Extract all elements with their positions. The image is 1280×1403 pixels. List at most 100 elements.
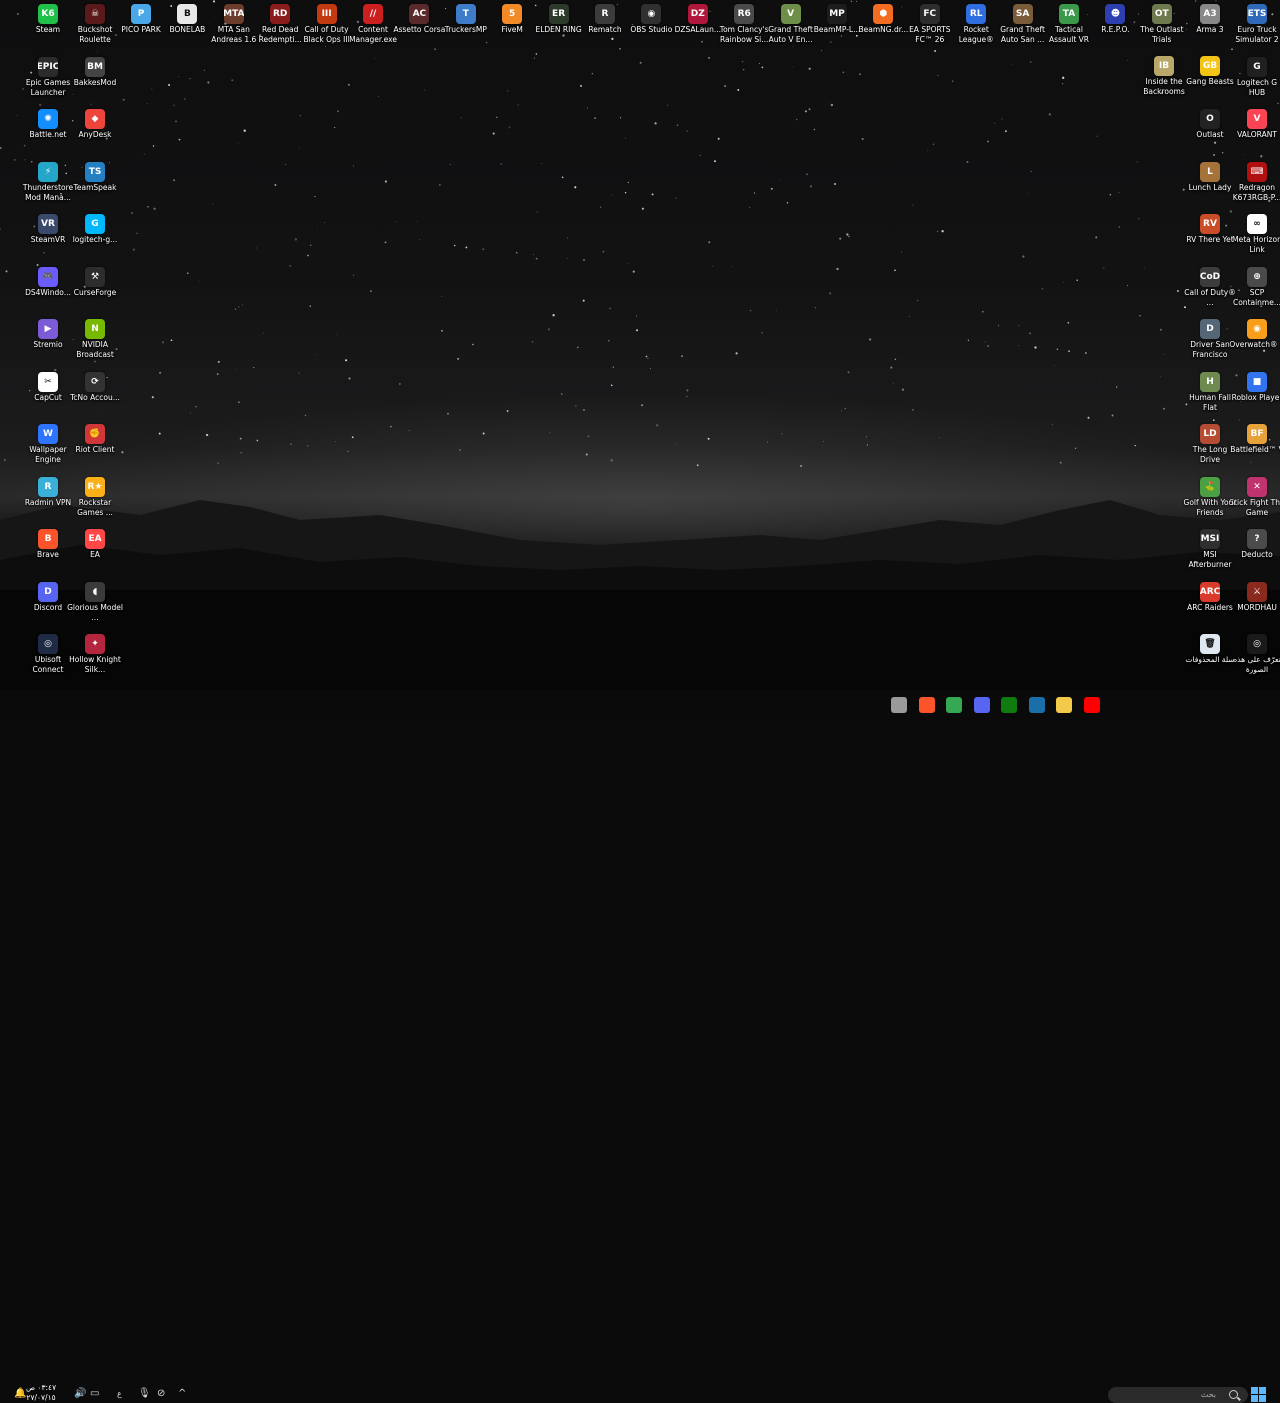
brave-icon: B [38, 529, 58, 549]
discord-task-icon[interactable] [973, 697, 990, 713]
rockstar-icon: R★ [85, 477, 105, 497]
humanfallflat-icon: H [1200, 372, 1220, 392]
desktop-icon[interactable]: O Outlast [1184, 109, 1236, 163]
redragon-icon: ⌨ [1247, 162, 1267, 182]
fivem-icon: 5 [502, 4, 523, 24]
desktop-icon[interactable]: ARC ARC Raiders [1184, 582, 1236, 636]
r6-icon: R6 [734, 4, 755, 24]
overwatch-icon: ◉ [1247, 319, 1267, 339]
desktop-icon[interactable]: ETS Euro Truck Simulator 2 [1231, 4, 1280, 58]
ubisoft-icon: ◎ [38, 634, 58, 654]
steam-task-icon[interactable] [1028, 697, 1045, 713]
stickfight-icon: ✕ [1247, 477, 1267, 497]
desktop-icon[interactable]: ◎ تعرّف على هذه الصورة [1231, 634, 1280, 688]
xbox-task-icon[interactable] [1001, 697, 1017, 713]
obs-icon: ◉ [641, 4, 662, 24]
chrome-task-icon[interactable] [946, 697, 962, 713]
contentmanager-icon: // [363, 4, 383, 24]
desktop-icon[interactable]: H Human Fall Flat [1184, 372, 1236, 426]
desktop-icon[interactable]: ■ Roblox Player [1231, 372, 1280, 426]
stremio-icon: ▶ [38, 319, 58, 339]
volume-icon[interactable]: 🔊 [74, 1388, 86, 1400]
desktop-icon[interactable]: A3 Arma 3 [1184, 4, 1236, 58]
file-explorer-task-icon[interactable] [1056, 697, 1072, 713]
chevron-up-icon[interactable]: ^ [178, 1388, 186, 1400]
thunderstore-icon: ⚡ [38, 162, 58, 182]
curseforge-icon: ⚒ [85, 267, 105, 287]
glorious-icon: ◖ [85, 582, 105, 602]
clock[interactable]: ٠٣:٤٧ ص ٢٧/٠٧/١٥ [26, 1383, 56, 1403]
desktop-icon-label: The Outlast Trials [1140, 25, 1184, 44]
desktop-icon[interactable]: ∞ Meta Horizon Link [1231, 214, 1280, 268]
rocketleague-icon: RL [966, 4, 987, 24]
discord-icon: D [38, 582, 58, 602]
desktop-icon[interactable]: R★ Rockstar Games ... [69, 477, 121, 531]
desktop-icon[interactable]: ◖ Glorious Model ... [67, 582, 123, 636]
desktop-icon-label: Human Fall Flat [1189, 393, 1231, 412]
tcno-icon: ⟳ [85, 372, 105, 392]
notification-icon[interactable]: 🔔 [14, 1388, 26, 1400]
youtube-task-icon[interactable] [1083, 697, 1100, 713]
desktop-icon-label: سلة المحذوفات [1185, 655, 1235, 664]
desktop-icon-label: Golf With Your Friends [1183, 498, 1237, 517]
desktop-icon-label: TcNo Accou... [70, 393, 120, 402]
desktop-icon[interactable]: MSI MSI Afterburner [1184, 529, 1236, 583]
desktop-icon[interactable]: BM BakkesMod [69, 57, 121, 111]
desktop-icon-label: Arma 3 [1196, 25, 1224, 34]
task-app-1-icon[interactable] [891, 697, 907, 713]
desktop-icon-label: BakkesMod [73, 78, 117, 87]
desktop-icon[interactable]: L Lunch Lady [1184, 162, 1236, 216]
desktop-icon[interactable]: D Driver San Francisco [1184, 319, 1236, 373]
golf-icon: ⛳ [1200, 477, 1220, 497]
desktop-icon-label: Glorious Model ... [67, 603, 123, 622]
language-indicator[interactable]: ع [117, 1388, 122, 1400]
desktop-icon[interactable]: G Logitech G HUB [1231, 57, 1280, 111]
brave-task-icon[interactable] [918, 697, 935, 713]
desktop-icon[interactable]: ✊ Riot Client [69, 424, 121, 478]
desktop-icon[interactable]: ◆ AnyDesk [69, 109, 121, 163]
recycle-bin-icon: 🗑 [1200, 634, 1220, 654]
desktop-icon[interactable]: CoD Call of Duty® ... [1184, 267, 1236, 321]
network-icon[interactable]: ▭ [90, 1388, 99, 1400]
desktop-icon[interactable]: ⌨ Redragon K673RGB-P... [1231, 162, 1280, 216]
desktop-icon[interactable]: IB Inside the Backrooms [1138, 56, 1190, 110]
desktop-icon-label: TeamSpeak [73, 183, 117, 192]
tavr-icon: TA [1059, 4, 1079, 24]
desktop-icon[interactable]: ✦ Hollow Knight Silk... [69, 634, 121, 688]
desktop-icon[interactable]: ⟳ TcNo Accou... [69, 372, 121, 426]
microphone-icon[interactable]: 🎙 [138, 1388, 151, 1400]
msi-icon: MSI [1200, 529, 1220, 549]
desktop-icon-label: NVIDIA Broadcast [76, 340, 114, 359]
fc26-icon: FC [919, 4, 940, 24]
truckersmp-icon: T [455, 4, 476, 24]
buckshot-icon: ☠ [85, 4, 105, 24]
desktop-icon[interactable]: ⚒ CurseForge [69, 267, 121, 321]
desktop-icon[interactable]: RV RV There Yet [1184, 214, 1236, 268]
desktop-icon[interactable]: 🗑 سلة المحذوفات [1184, 634, 1236, 688]
camera-off-icon[interactable]: ⊘ [157, 1388, 165, 1400]
desktop-icon-label: logitech-g... [72, 235, 118, 244]
desktop-icon[interactable]: OT The Outlast Trials [1136, 4, 1188, 58]
search-box[interactable]: بحث [1108, 1387, 1248, 1403]
desktop-icon[interactable]: ? Deducto [1231, 529, 1280, 583]
cod-icon: CoD [1200, 267, 1220, 287]
backrooms-icon: IB [1154, 56, 1174, 76]
desktop-icon[interactable]: ⊕ SCP Containme... [1231, 267, 1280, 321]
desktop-icon[interactable]: Glogitech-g... [69, 214, 121, 268]
desktop-icon[interactable]: EA EA [69, 529, 121, 583]
desktop-icon[interactable]: ◉ Overwatch® 2 [1229, 319, 1280, 373]
desktop-icon[interactable]: ⚔ MORDHAU [1231, 582, 1280, 636]
rvthereyet-icon: RV [1200, 214, 1220, 234]
desktop-icon[interactable]: BF Battlefield™ V [1230, 424, 1280, 478]
desktop-icon[interactable]: ⛳ Golf With Your Friends [1184, 477, 1236, 531]
desktop-icon[interactable]: N NVIDIA Broadcast [69, 319, 121, 373]
desktop-icon[interactable]: V VALORANT [1231, 109, 1280, 163]
desktop-icon[interactable]: ✕ Stick Fight The Game [1229, 477, 1280, 531]
silksong-icon: ✦ [85, 634, 105, 654]
desktop-icon[interactable]: LD The Long Drive [1184, 424, 1236, 478]
start-button[interactable] [1251, 1387, 1266, 1402]
desktop-icon[interactable]: TS TeamSpeak [69, 162, 121, 216]
gangbeasts-icon: GB [1200, 56, 1220, 76]
desktop-icon-label: Call of Duty® ... [1184, 288, 1236, 307]
desktop-icon-label: Driver San Francisco [1190, 340, 1230, 359]
